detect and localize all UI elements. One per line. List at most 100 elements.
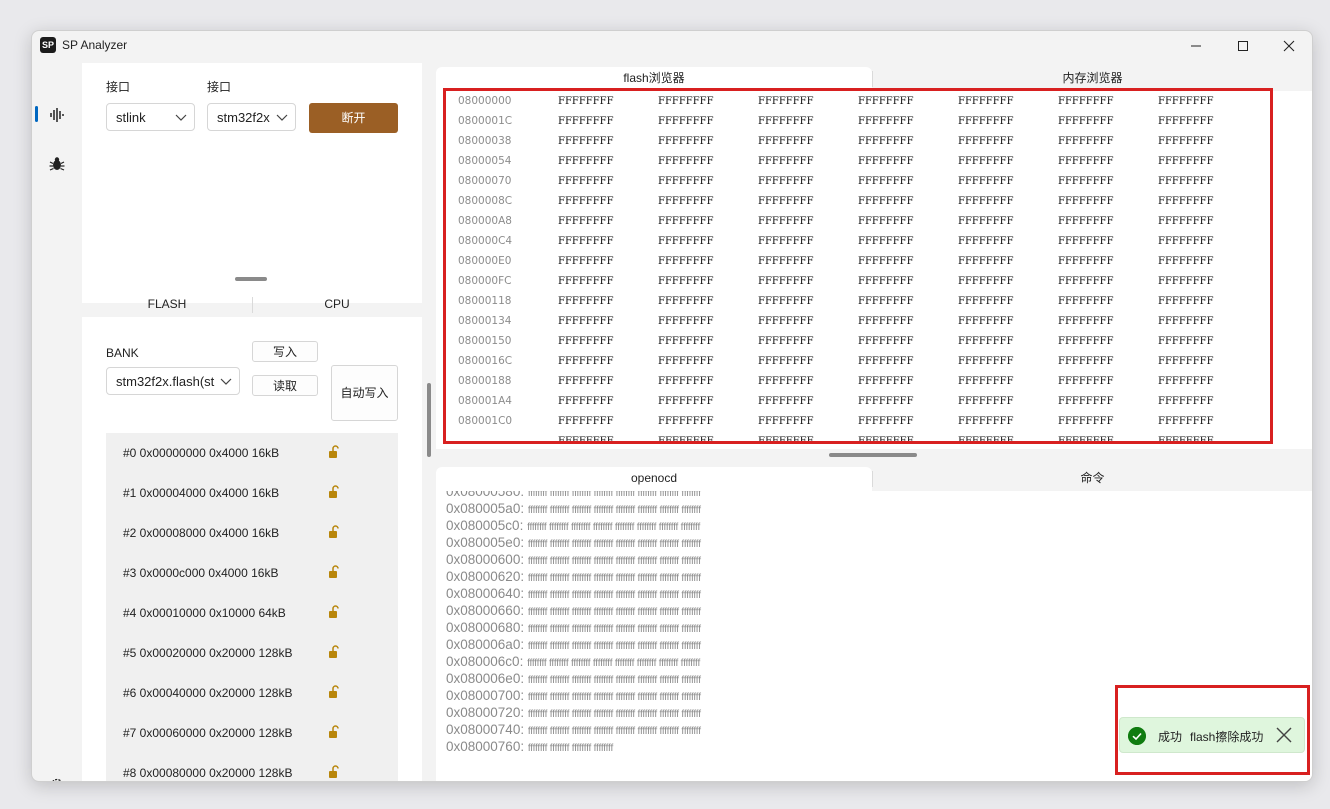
console-line: 0x08000700: ffffffff ffffffff ffffffff f… — [446, 688, 701, 703]
unlock-icon[interactable] — [328, 565, 341, 579]
console-tabs: openocd 命令 — [436, 467, 1312, 491]
flash-cpu-panel: FLASH CPU BANK stm32f2x.flash(st 写入 读取 自… — [82, 293, 422, 781]
tab-flash[interactable]: FLASH — [82, 293, 252, 317]
sector-item[interactable]: #4 0x00010000 0x10000 64kB — [106, 593, 398, 633]
unlock-icon[interactable] — [328, 765, 341, 779]
console-address: 0x080006c0: — [446, 654, 524, 669]
sector-item[interactable]: #2 0x00008000 0x4000 16kB — [106, 513, 398, 553]
console-line: 0x08000580: ffffffff ffffffff ffffffff f… — [446, 491, 701, 499]
target-label: 接口 — [207, 80, 232, 94]
console-address: 0x080006e0: — [446, 671, 525, 686]
console-data: ffffffff ffffffff ffffffff ffffffff ffff… — [527, 675, 701, 686]
read-button[interactable]: 读取 — [252, 375, 318, 396]
console-data: ffffffff ffffffff ffffffff ffffffff ffff… — [527, 726, 701, 737]
sector-list: #0 0x00000000 0x4000 16kB #1 0x00004000 … — [106, 433, 398, 781]
rail-debug[interactable] — [44, 151, 70, 177]
rail-waveform[interactable] — [44, 102, 70, 128]
sector-item[interactable]: #0 0x00000000 0x4000 16kB — [106, 433, 398, 473]
maximize-button[interactable] — [1220, 31, 1266, 61]
bank-label: BANK — [106, 346, 139, 360]
chevron-down-icon — [217, 368, 232, 394]
vertical-resize-handle[interactable] — [829, 453, 917, 457]
unlock-icon[interactable] — [328, 645, 341, 659]
console-address: 0x08000740: — [446, 722, 525, 737]
console-line: 0x08000680: ffffffff ffffffff ffffffff f… — [446, 620, 701, 635]
bank-select[interactable]: stm32f2x.flash(st — [106, 367, 240, 395]
auto-write-button[interactable]: 自动写入 — [331, 365, 398, 421]
console-address: 0x08000700: — [446, 688, 525, 703]
chevron-down-icon — [175, 104, 187, 130]
console-line: 0x08000600: ffffffff ffffffff ffffffff f… — [446, 552, 701, 567]
console-data: ffffffff ffffffff ffffffff ffffffff ffff… — [527, 709, 701, 720]
console-data: ffffffff ffffffff ffffffff ffffffff — [527, 743, 614, 754]
sector-item[interactable]: #3 0x0000c000 0x4000 16kB — [106, 553, 398, 593]
flash-panel: BANK stm32f2x.flash(st 写入 读取 自动写入 #0 0x0… — [82, 317, 422, 781]
interface-select-value: stlink — [116, 110, 146, 125]
unlock-icon[interactable] — [328, 605, 341, 619]
console-line: 0x08000660: ffffffff ffffffff ffffffff f… — [446, 603, 701, 618]
minimize-button[interactable] — [1173, 31, 1219, 61]
sector-label: #0 0x00000000 0x4000 16kB — [123, 446, 280, 460]
vertical-split-handle[interactable] — [427, 383, 431, 457]
horizontal-split-handle[interactable] — [235, 277, 267, 281]
console-line: 0x080005e0: ffffffff ffffffff ffffffff f… — [446, 535, 701, 550]
unlock-icon[interactable] — [328, 445, 341, 459]
gear-icon — [52, 778, 62, 781]
rail-settings[interactable] — [44, 772, 70, 781]
console-data: ffffffff ffffffff ffffffff ffffffff ffff… — [527, 641, 701, 652]
interface-select[interactable]: stlink — [106, 103, 195, 131]
target-select-value: stm32f2x — [217, 110, 270, 125]
sector-item[interactable]: #7 0x00060000 0x20000 128kB — [106, 713, 398, 753]
console-line: 0x080005c0: ffffffff ffffffff ffffffff f… — [446, 518, 700, 533]
app-logo: SP — [40, 37, 56, 53]
waveform-icon — [50, 108, 64, 122]
unlock-icon[interactable] — [328, 685, 341, 699]
sector-item[interactable]: #6 0x00040000 0x20000 128kB — [106, 673, 398, 713]
sector-item[interactable]: #1 0x00004000 0x4000 16kB — [106, 473, 398, 513]
title-bar: SP SP Analyzer — [32, 31, 1312, 61]
app-window: SP SP Analyzer 接口 接口 stlink stm32f2x 断开 … — [31, 30, 1313, 782]
sector-label: #5 0x00020000 0x20000 128kB — [123, 646, 293, 660]
sector-label: #7 0x00060000 0x20000 128kB — [123, 726, 293, 740]
unlock-icon[interactable] — [328, 525, 341, 539]
tab-cpu[interactable]: CPU — [252, 293, 422, 317]
sector-label: #8 0x00080000 0x20000 128kB — [123, 766, 293, 780]
tab-openocd[interactable]: openocd — [436, 467, 872, 491]
tab-command[interactable]: 命令 — [873, 467, 1312, 491]
close-icon — [1283, 40, 1295, 52]
console-address: 0x08000600: — [446, 552, 525, 567]
highlight-box-hex — [443, 88, 1273, 444]
console-address: 0x08000680: — [446, 620, 525, 635]
interface-label: 接口 — [106, 80, 131, 94]
sector-item[interactable]: #5 0x00020000 0x20000 128kB — [106, 633, 398, 673]
target-select[interactable]: stm32f2x — [207, 103, 296, 131]
console-address: 0x08000580: — [446, 491, 525, 499]
unlock-icon[interactable] — [328, 485, 341, 499]
console-data: ffffffff ffffffff ffffffff ffffffff ffff… — [527, 692, 701, 703]
console-data: ffffffff ffffffff ffffffff ffffffff ffff… — [527, 505, 701, 516]
console-line: 0x08000720: ffffffff ffffffff ffffffff f… — [446, 705, 701, 720]
console-line: 0x080006c0: ffffffff ffffffff ffffffff f… — [446, 654, 700, 669]
console-address: 0x08000660: — [446, 603, 525, 618]
maximize-icon — [1238, 41, 1248, 51]
console-address: 0x08000760: — [446, 739, 525, 754]
bank-select-value: stm32f2x.flash(st — [116, 374, 215, 389]
sector-item[interactable]: #8 0x00080000 0x20000 128kB — [106, 753, 398, 781]
disconnect-button[interactable]: 断开 — [309, 103, 398, 133]
active-indicator — [35, 106, 38, 122]
console-data: ffffffff ffffffff ffffffff ffffffff ffff… — [527, 658, 701, 669]
write-button[interactable]: 写入 — [252, 341, 318, 362]
console-data: ffffffff ffffffff ffffffff ffffffff ffff… — [527, 607, 701, 618]
console-data: ffffffff ffffffff ffffffff ffffffff ffff… — [527, 522, 701, 533]
console-address: 0x080005e0: — [446, 535, 525, 550]
console-address: 0x08000620: — [446, 569, 525, 584]
sector-label: #4 0x00010000 0x10000 64kB — [123, 606, 286, 620]
minimize-icon — [1191, 45, 1201, 47]
sector-label: #6 0x00040000 0x20000 128kB — [123, 686, 293, 700]
console-line: 0x08000640: ffffffff ffffffff ffffffff f… — [446, 586, 701, 601]
bug-icon — [49, 157, 65, 171]
connection-panel: 接口 接口 stlink stm32f2x 断开 — [82, 63, 422, 303]
unlock-icon[interactable] — [328, 725, 341, 739]
close-button[interactable] — [1266, 31, 1312, 61]
console-line: 0x080006a0: ffffffff ffffffff ffffffff f… — [446, 637, 701, 652]
